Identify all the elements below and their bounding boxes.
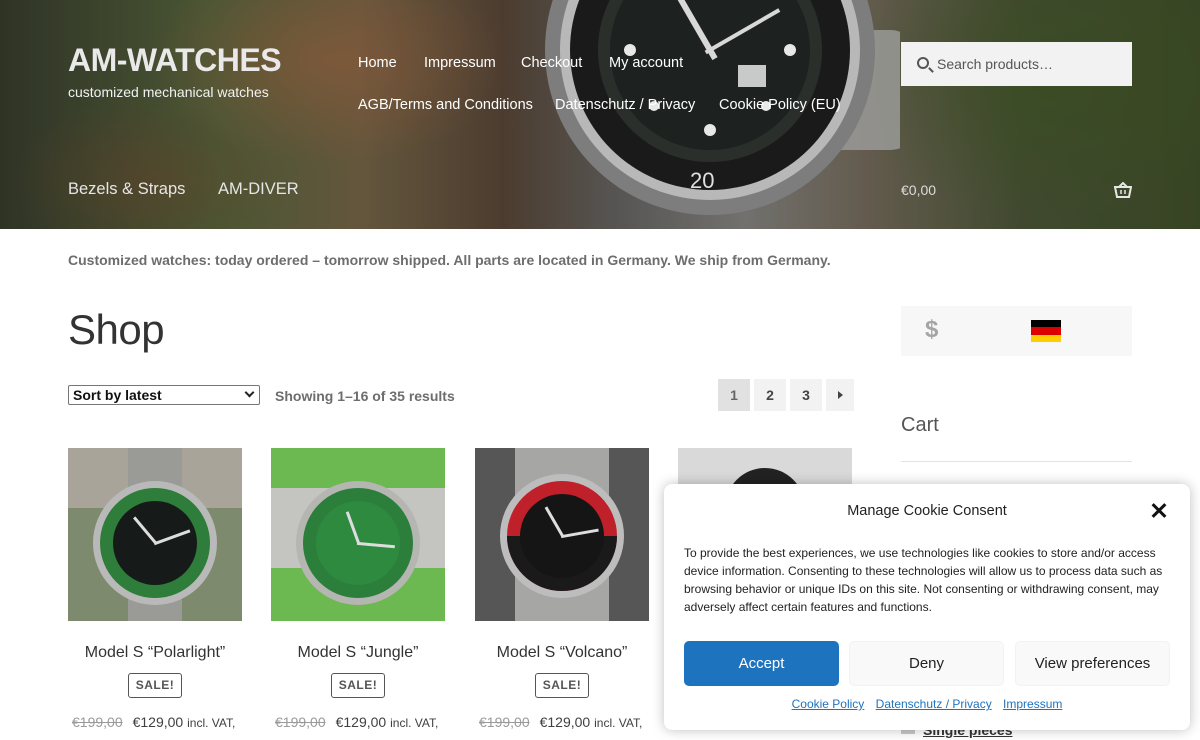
sale-badge: SALE! [535, 673, 589, 698]
currency-dollar[interactable]: $ [925, 316, 938, 344]
sale-badge: SALE! [331, 673, 385, 698]
deny-button[interactable]: Deny [849, 641, 1004, 686]
currency-switcher: $ [901, 306, 1132, 356]
cart-widget-heading: Cart [901, 414, 939, 436]
header-cart-total[interactable]: €0,00 [901, 182, 936, 198]
view-preferences-button[interactable]: View preferences [1015, 641, 1170, 686]
cookie-dialog-title: Manage Cookie Consent [847, 503, 1007, 519]
product-price: €199,00 €129,00 incl. VAT, [72, 714, 236, 730]
page-title: Shop [68, 306, 165, 353]
cookie-consent-dialog: Manage Cookie Consent To provide the bes… [664, 484, 1190, 730]
sale-badge: SALE! [128, 673, 182, 698]
nav-am-diver[interactable]: AM-DIVER [218, 180, 299, 199]
close-icon[interactable] [1148, 500, 1170, 522]
nav-bezels-straps[interactable]: Bezels & Straps [68, 180, 185, 199]
german-flag-icon[interactable] [1031, 320, 1061, 342]
basket-icon[interactable] [1114, 182, 1132, 198]
impressum-link[interactable]: Impressum [1003, 697, 1062, 711]
sort-selected-label: Sort by latest [73, 387, 162, 403]
site-title[interactable]: AM-WATCHES [68, 42, 282, 79]
product-card[interactable]: Model S “Jungle” SALE! €199,00 €129,00 in… [271, 448, 445, 730]
divider [901, 461, 1132, 462]
page-2[interactable]: 2 [754, 379, 786, 411]
product-card[interactable]: Model S “Polarlight” SALE! €199,00 €129,0… [68, 448, 242, 730]
nav-my-account[interactable]: My account [609, 55, 683, 71]
cookie-policy-link[interactable]: Cookie Policy [792, 697, 865, 711]
search-input[interactable] [937, 42, 1127, 86]
site-tagline: customized mechanical watches [68, 84, 269, 100]
product-image[interactable] [68, 448, 242, 621]
nav-checkout[interactable]: Checkout [521, 55, 582, 71]
product-name[interactable]: Model S “Polarlight” [68, 644, 242, 662]
shipping-notice: Customized watches: today ordered – tomo… [68, 252, 831, 268]
nav-impressum[interactable]: Impressum [424, 55, 496, 71]
product-image[interactable] [475, 448, 649, 621]
site-header: 20 AM-WATCHES customized mechanical watc… [0, 0, 1200, 229]
nav-privacy[interactable]: Datenschutz / Privacy [555, 97, 695, 113]
cookie-dialog-links: Cookie Policy Datenschutz / Privacy Impr… [664, 697, 1190, 711]
privacy-link[interactable]: Datenschutz / Privacy [876, 697, 992, 711]
next-page-icon [838, 391, 843, 399]
nav-home[interactable]: Home [358, 55, 397, 71]
page-3[interactable]: 3 [790, 379, 822, 411]
result-count: Showing 1–16 of 35 results [275, 388, 455, 404]
cookie-dialog-text: To provide the best experiences, we use … [684, 546, 1163, 614]
search-icon [917, 57, 929, 69]
product-image[interactable] [271, 448, 445, 621]
nav-terms[interactable]: AGB/Terms and Conditions [358, 97, 533, 113]
product-price: €199,00 €129,00 incl. VAT, [275, 714, 439, 730]
nav-cookie-policy[interactable]: Cookie Policy (EU) [719, 97, 841, 113]
accept-button[interactable]: Accept [684, 641, 839, 686]
product-search [901, 42, 1132, 86]
product-name[interactable]: Model S “Jungle” [271, 644, 445, 662]
product-price: €199,00 €129,00 incl. VAT, [479, 714, 643, 730]
next-page-button[interactable] [826, 379, 854, 411]
page-1: 1 [718, 379, 750, 411]
product-name[interactable]: Model S “Volcano” [475, 644, 649, 662]
product-card[interactable]: Model S “Volcano” SALE! €199,00 €129,00 i… [475, 448, 649, 730]
sort-select[interactable]: Sort by latest [68, 385, 260, 405]
chevron-down-icon [244, 387, 255, 398]
